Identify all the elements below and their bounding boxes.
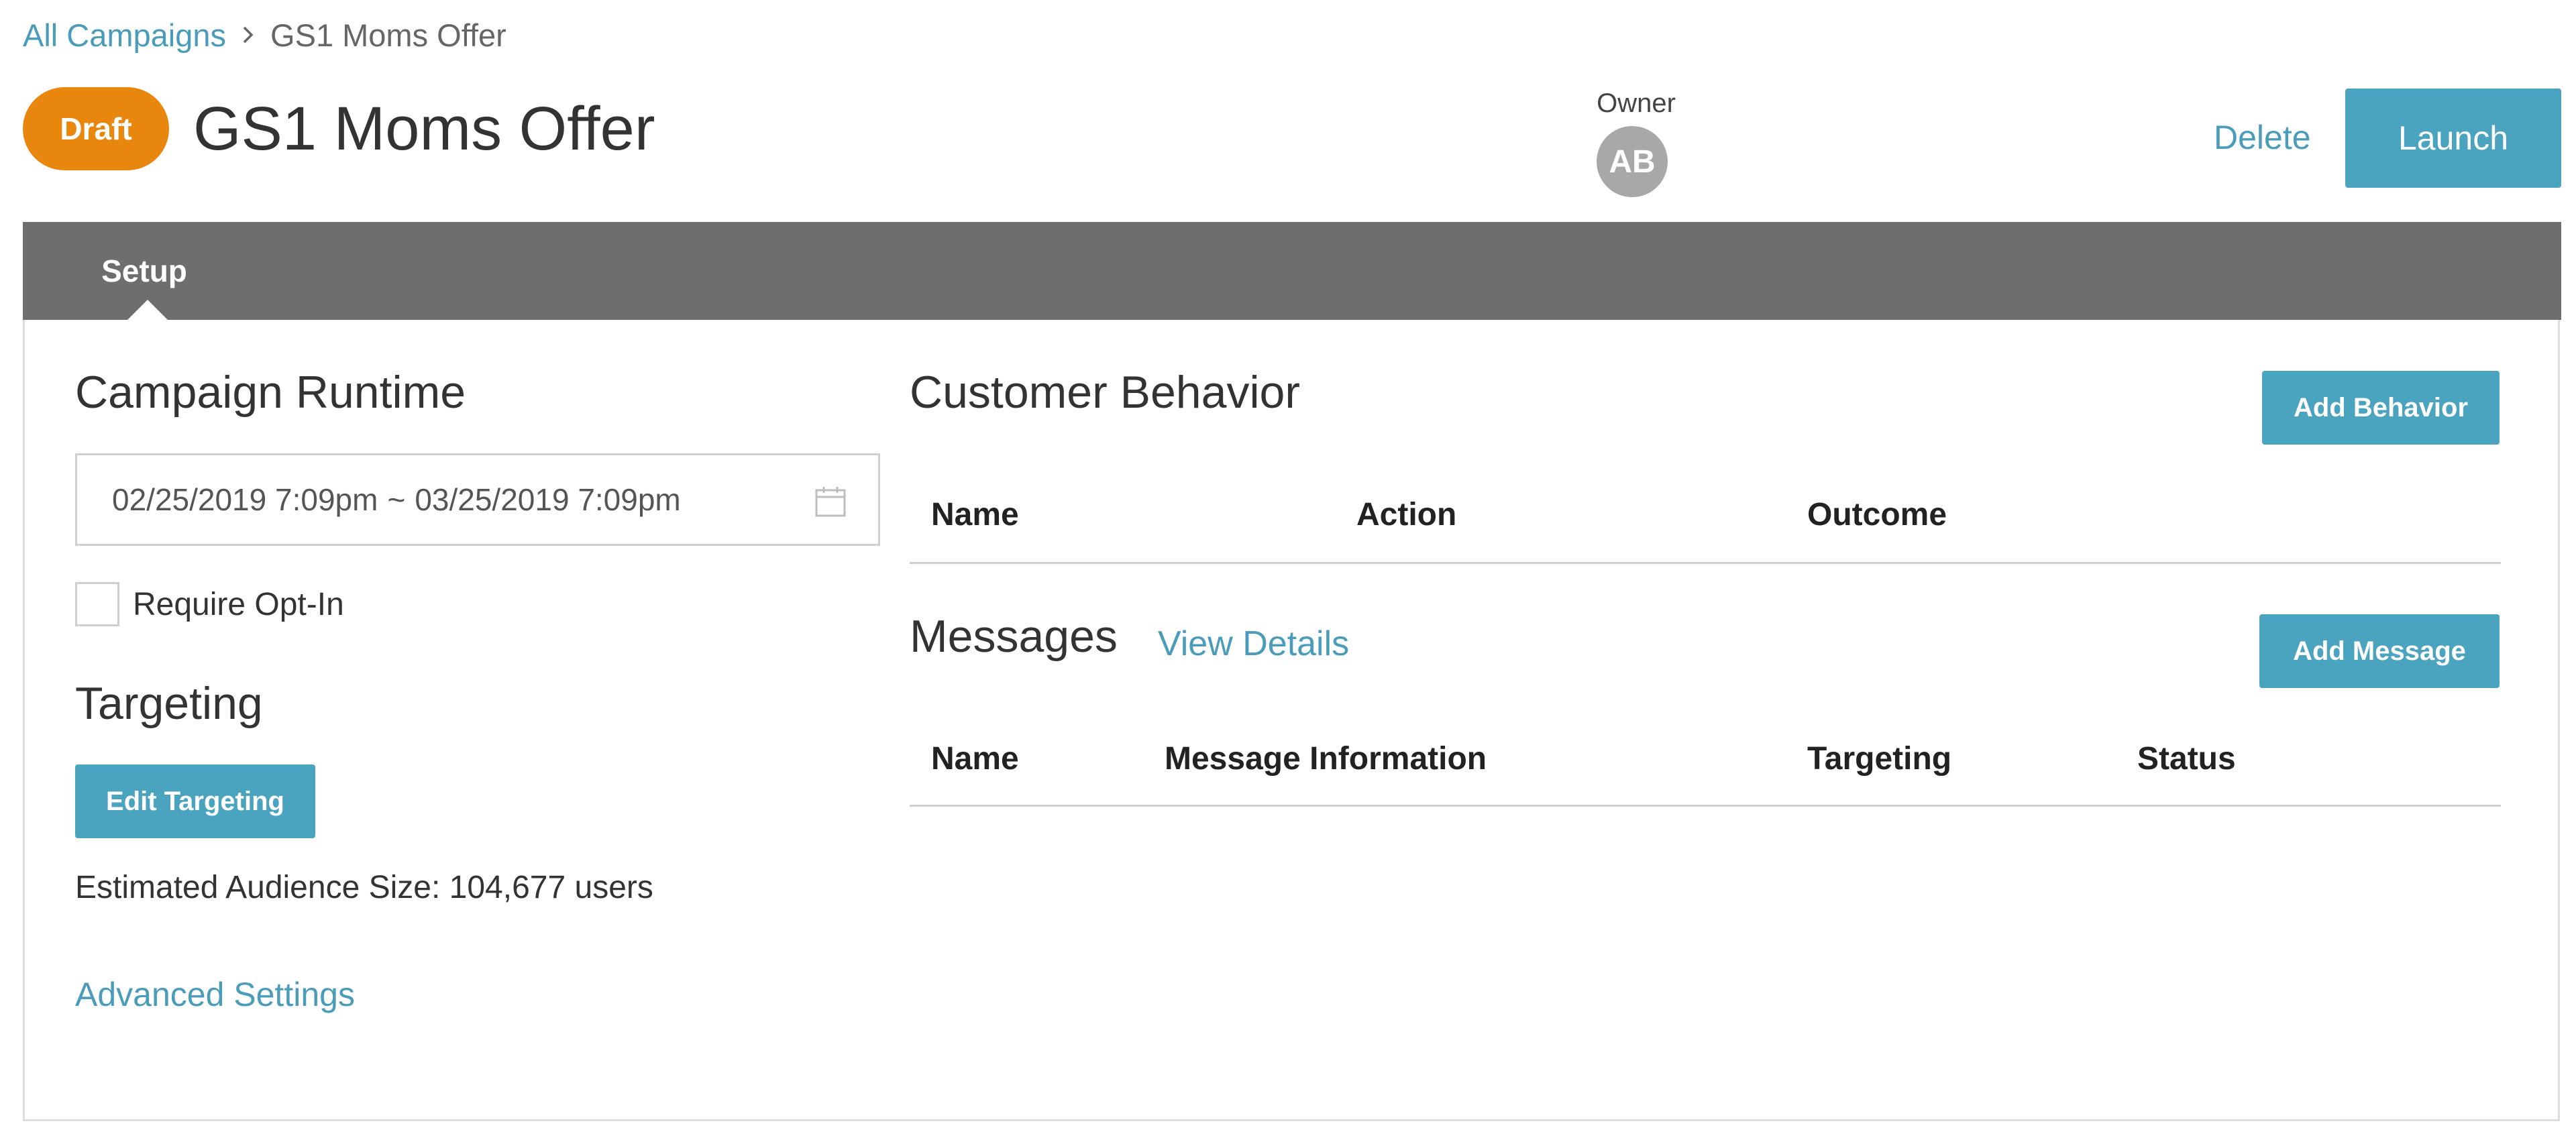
behavior-table-divider xyxy=(910,562,2501,564)
messages-table-divider xyxy=(910,805,2501,807)
require-opt-in-label: Require Opt-In xyxy=(133,586,344,622)
runtime-start-date: 02/25/2019 7:09pm xyxy=(112,482,378,517)
breadcrumb: All Campaigns GS1 Moms Offer xyxy=(23,15,506,55)
require-opt-in-checkbox[interactable] xyxy=(75,582,119,626)
breadcrumb-current: GS1 Moms Offer xyxy=(270,17,506,53)
active-tab-caret xyxy=(127,300,168,320)
messages-title: Messages xyxy=(910,611,1118,662)
add-message-button[interactable]: Add Message xyxy=(2259,614,2500,688)
delete-button[interactable]: Delete xyxy=(2214,114,2311,161)
behavior-column-outcome[interactable]: Outcome xyxy=(1807,496,1947,533)
page-title: GS1 Moms Offer xyxy=(193,94,655,163)
view-details-link[interactable]: View Details xyxy=(1158,624,1349,664)
behavior-column-action[interactable]: Action xyxy=(1356,496,1456,533)
customer-behavior-title: Customer Behavior xyxy=(910,367,1301,418)
date-range-separator: ~ xyxy=(387,482,406,517)
calendar-icon[interactable] xyxy=(814,485,847,518)
runtime-end-date: 03/25/2019 7:09pm xyxy=(415,482,681,517)
tab-bar xyxy=(23,222,2561,320)
estimated-audience-size: Estimated Audience Size: 104,677 users xyxy=(75,870,653,905)
launch-button[interactable]: Launch xyxy=(2345,89,2561,188)
chevron-right-icon xyxy=(241,25,256,45)
add-behavior-button[interactable]: Add Behavior xyxy=(2262,371,2500,445)
messages-column-message-information[interactable]: Message Information xyxy=(1165,740,1487,777)
setup-panel xyxy=(23,320,2560,1121)
edit-targeting-button[interactable]: Edit Targeting xyxy=(75,764,315,838)
owner-label: Owner xyxy=(1597,89,1676,118)
messages-column-name[interactable]: Name xyxy=(931,740,1019,777)
messages-column-status[interactable]: Status xyxy=(2137,740,2236,777)
campaign-runtime-title: Campaign Runtime xyxy=(75,367,466,418)
avatar[interactable]: AB xyxy=(1597,126,1668,197)
runtime-date-range-input[interactable]: 02/25/2019 7:09pm ~ 03/25/2019 7:09pm xyxy=(75,453,880,546)
breadcrumb-all-campaigns-link[interactable]: All Campaigns xyxy=(23,17,226,54)
behavior-column-name[interactable]: Name xyxy=(931,496,1019,533)
messages-column-targeting[interactable]: Targeting xyxy=(1807,740,1951,777)
status-badge: Draft xyxy=(23,87,169,170)
advanced-settings-link[interactable]: Advanced Settings xyxy=(75,975,355,1014)
targeting-title: Targeting xyxy=(75,678,263,729)
